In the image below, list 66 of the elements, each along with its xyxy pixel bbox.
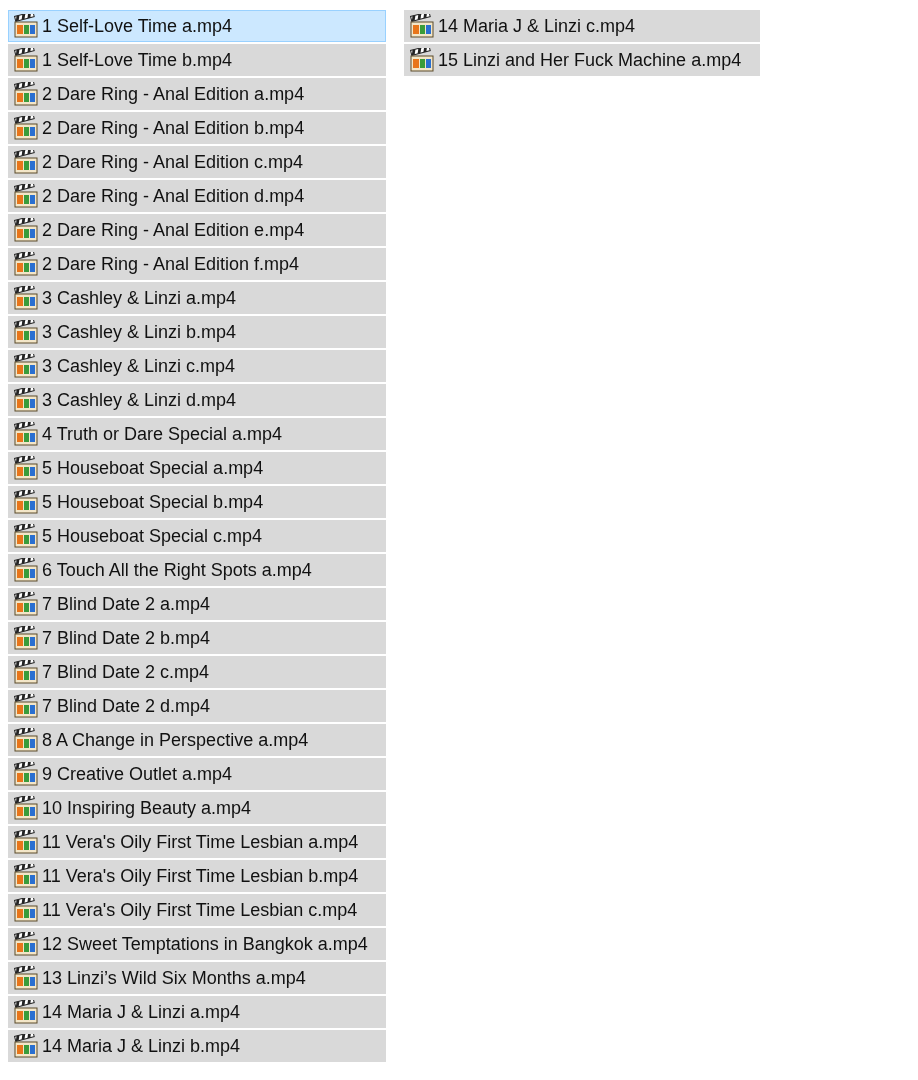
file-item[interactable]: 3 Cashley & Linzi b.mp4 xyxy=(8,316,386,348)
file-item[interactable]: 14 Maria J & Linzi a.mp4 xyxy=(8,996,386,1028)
clapperboard-icon xyxy=(14,864,38,888)
file-item[interactable]: 3 Cashley & Linzi c.mp4 xyxy=(8,350,386,382)
file-item[interactable]: 2 Dare Ring - Anal Edition e.mp4 xyxy=(8,214,386,246)
file-item[interactable]: 3 Cashley & Linzi d.mp4 xyxy=(8,384,386,416)
clapperboard-icon xyxy=(14,728,38,752)
file-item[interactable]: 7 Blind Date 2 b.mp4 xyxy=(8,622,386,654)
clapperboard-icon xyxy=(14,116,38,140)
file-item[interactable]: 8 A Change in Perspective a.mp4 xyxy=(8,724,386,756)
clapperboard-icon xyxy=(14,830,38,854)
clapperboard-icon xyxy=(14,932,38,956)
file-item[interactable]: 13 Linzi’s Wild Six Months a.mp4 xyxy=(8,962,386,994)
clapperboard-icon xyxy=(14,252,38,276)
clapperboard-icon xyxy=(14,1000,38,1024)
clapperboard-icon xyxy=(14,150,38,174)
clapperboard-icon xyxy=(14,48,38,72)
file-item[interactable]: 6 Touch All the Right Spots a.mp4 xyxy=(8,554,386,586)
file-item[interactable]: 2 Dare Ring - Anal Edition a.mp4 xyxy=(8,78,386,110)
file-item[interactable]: 2 Dare Ring - Anal Edition c.mp4 xyxy=(8,146,386,178)
file-item[interactable]: 14 Maria J & Linzi b.mp4 xyxy=(8,1030,386,1062)
clapperboard-icon xyxy=(14,796,38,820)
clapperboard-icon xyxy=(14,898,38,922)
file-item[interactable]: 5 Houseboat Special c.mp4 xyxy=(8,520,386,552)
clapperboard-icon xyxy=(14,456,38,480)
clapperboard-icon xyxy=(14,592,38,616)
clapperboard-icon xyxy=(14,626,38,650)
file-item[interactable]: 11 Vera's Oily First Time Lesbian b.mp4 xyxy=(8,860,386,892)
clapperboard-icon xyxy=(14,1034,38,1058)
file-item[interactable]: 3 Cashley & Linzi a.mp4 xyxy=(8,282,386,314)
file-item[interactable]: 11 Vera's Oily First Time Lesbian c.mp4 xyxy=(8,894,386,926)
clapperboard-icon xyxy=(14,286,38,310)
clapperboard-icon xyxy=(14,762,38,786)
file-item[interactable]: 2 Dare Ring - Anal Edition b.mp4 xyxy=(8,112,386,144)
file-item[interactable]: 15 Linzi and Her Fuck Machine a.mp4 xyxy=(404,44,760,76)
clapperboard-icon xyxy=(14,218,38,242)
clapperboard-icon xyxy=(14,524,38,548)
file-item[interactable]: 1 Self-Love Time a.mp4 xyxy=(8,10,386,42)
file-item[interactable]: 14 Maria J & Linzi c.mp4 xyxy=(404,10,760,42)
clapperboard-icon xyxy=(14,694,38,718)
clapperboard-icon xyxy=(14,966,38,990)
clapperboard-icon xyxy=(14,558,38,582)
clapperboard-icon xyxy=(410,14,434,38)
file-item[interactable]: 5 Houseboat Special a.mp4 xyxy=(8,452,386,484)
file-item[interactable]: 11 Vera's Oily First Time Lesbian a.mp4 xyxy=(8,826,386,858)
clapperboard-icon xyxy=(14,422,38,446)
file-item[interactable]: 12 Sweet Temptations in Bangkok a.mp4 xyxy=(8,928,386,960)
file-item[interactable]: 5 Houseboat Special b.mp4 xyxy=(8,486,386,518)
clapperboard-icon xyxy=(14,320,38,344)
file-item[interactable]: 7 Blind Date 2 a.mp4 xyxy=(8,588,386,620)
clapperboard-icon xyxy=(14,660,38,684)
clapperboard-icon xyxy=(14,490,38,514)
clapperboard-icon xyxy=(14,388,38,412)
file-item[interactable]: 2 Dare Ring - Anal Edition d.mp4 xyxy=(8,180,386,212)
file-item[interactable]: 4 Truth or Dare Special a.mp4 xyxy=(8,418,386,450)
file-item[interactable]: 10 Inspiring Beauty a.mp4 xyxy=(8,792,386,824)
file-item[interactable]: 7 Blind Date 2 d.mp4 xyxy=(8,690,386,722)
clapperboard-icon xyxy=(14,82,38,106)
file-item[interactable]: 9 Creative Outlet a.mp4 xyxy=(8,758,386,790)
file-item[interactable]: 7 Blind Date 2 c.mp4 xyxy=(8,656,386,688)
file-item[interactable]: 2 Dare Ring - Anal Edition f.mp4 xyxy=(8,248,386,280)
clapperboard-icon xyxy=(14,354,38,378)
clapperboard-icon xyxy=(410,48,434,72)
file-item[interactable]: 1 Self-Love Time b.mp4 xyxy=(8,44,386,76)
clapperboard-icon xyxy=(14,184,38,208)
clapperboard-icon xyxy=(14,14,38,38)
